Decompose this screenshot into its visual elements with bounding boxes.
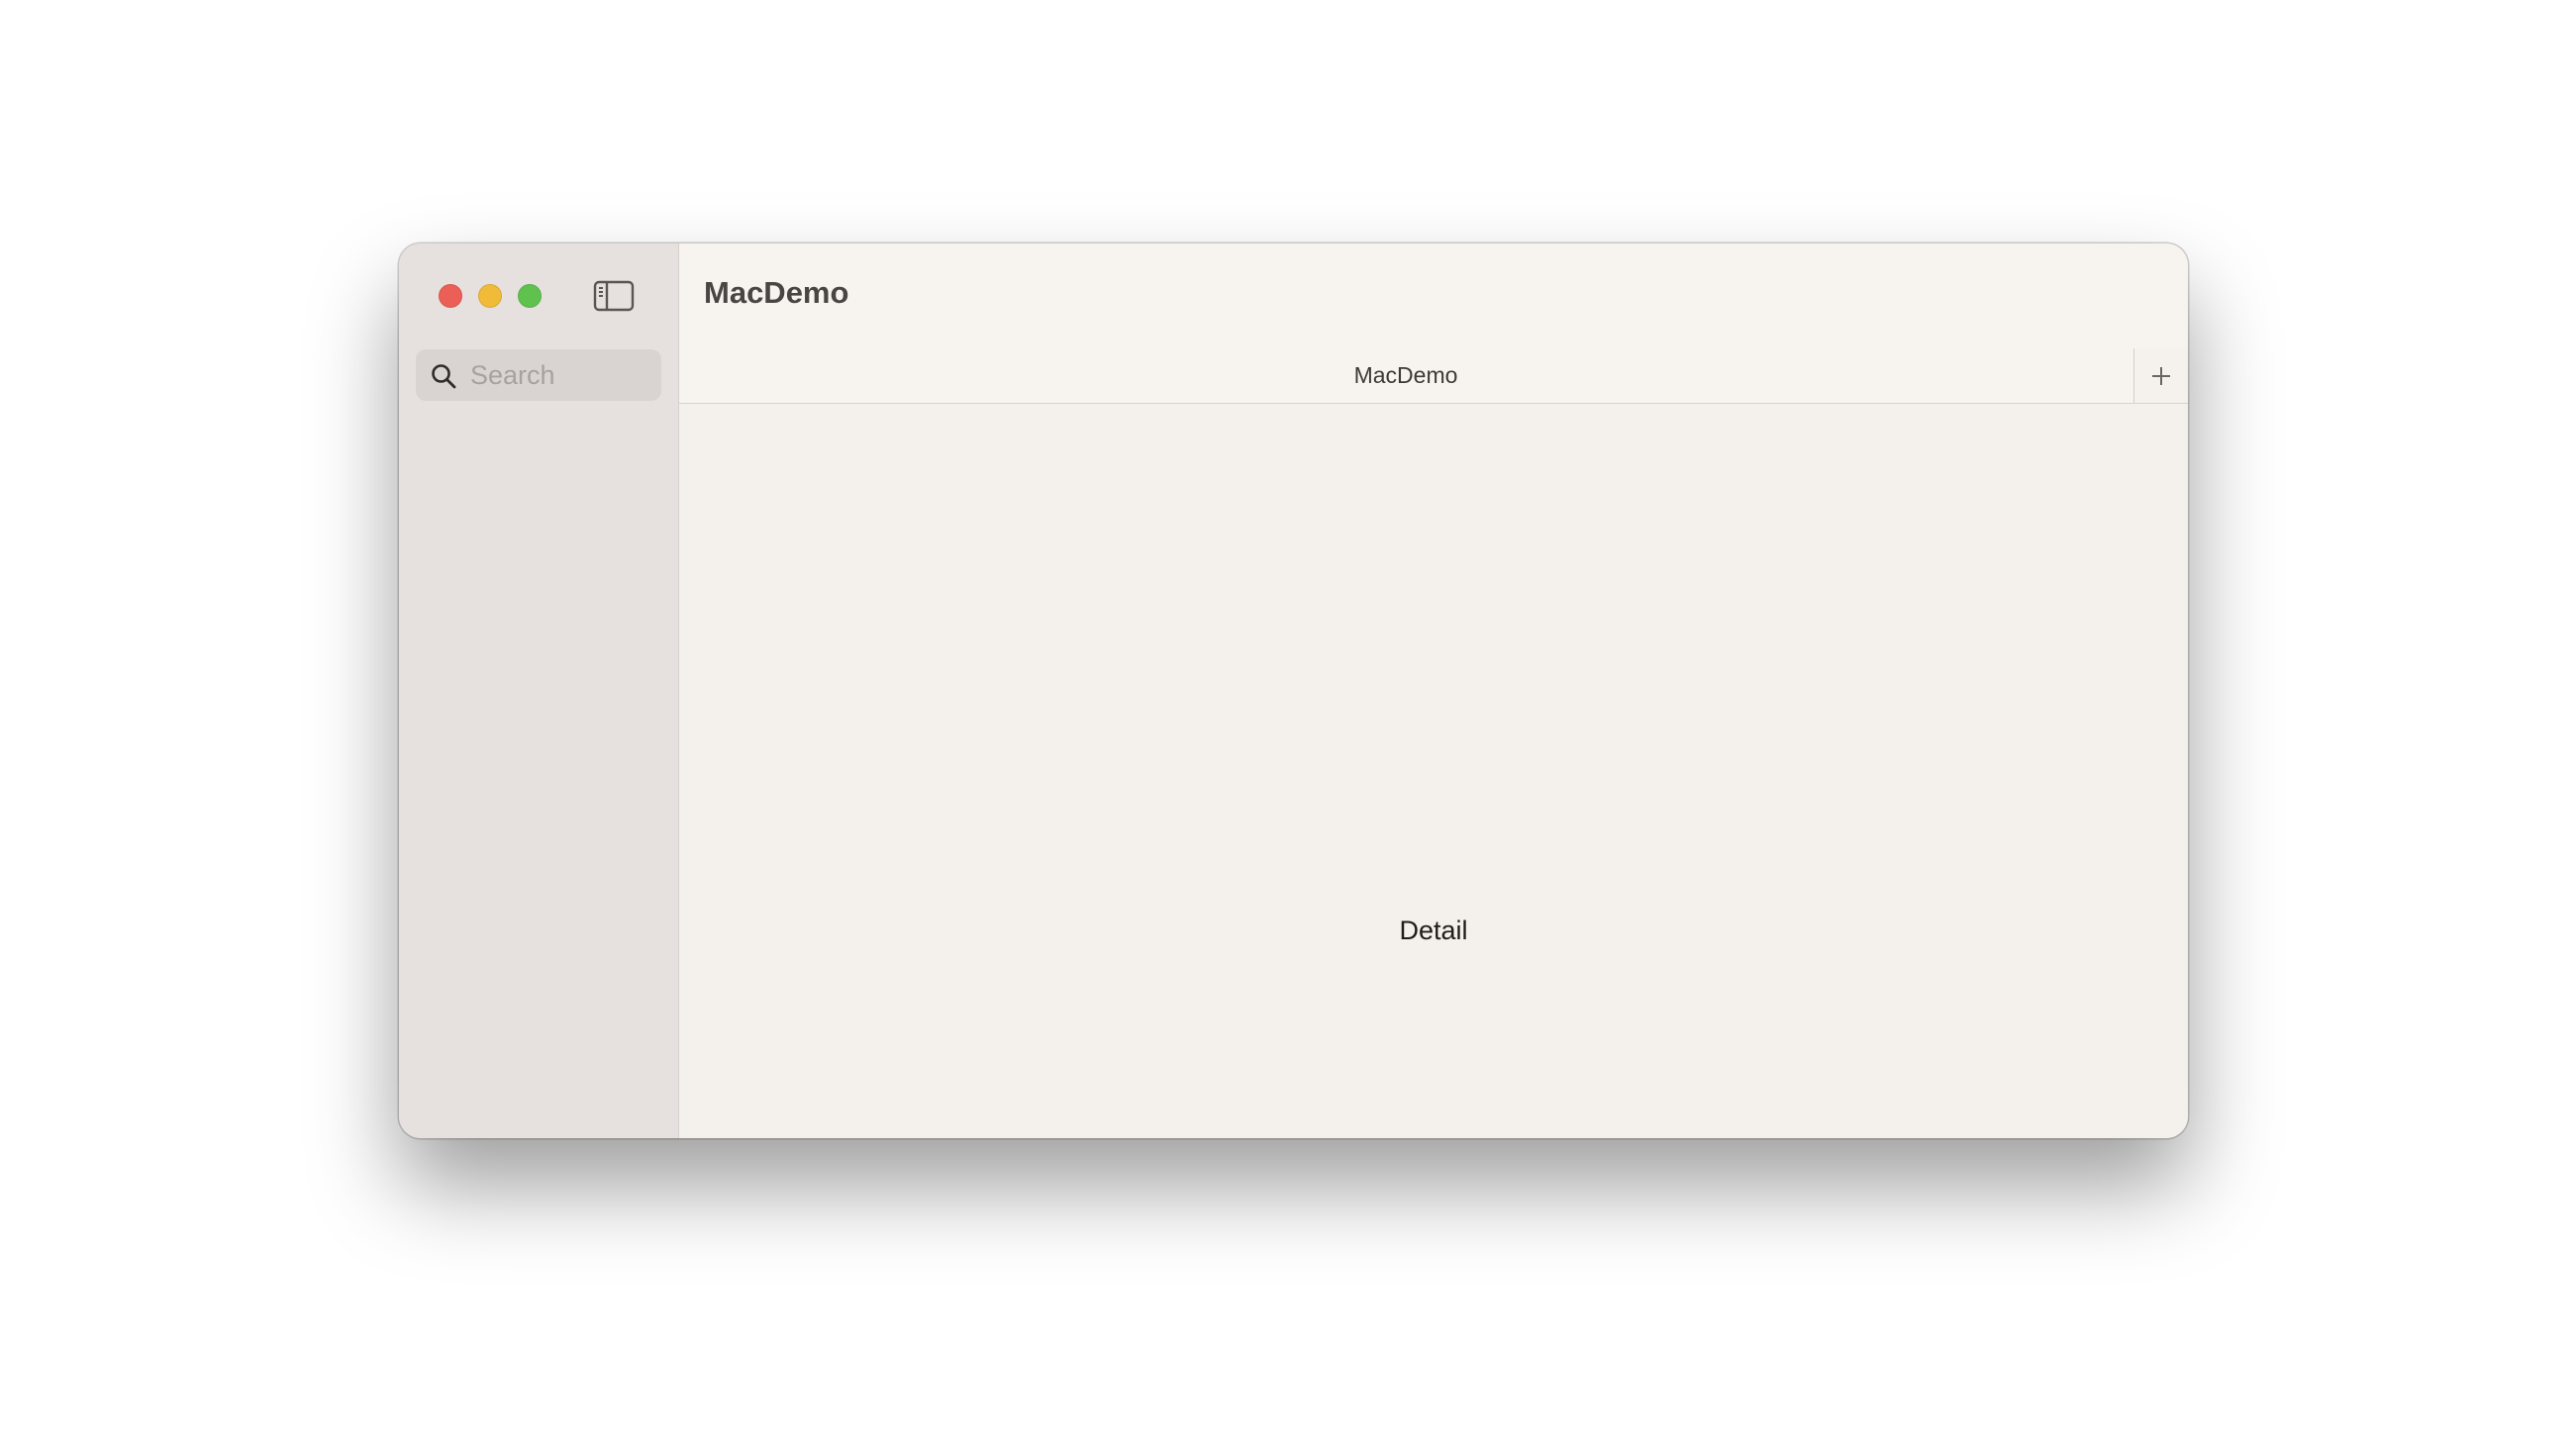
detail-view: Detail	[679, 404, 2188, 1138]
sidebar	[399, 243, 679, 1138]
zoom-window-button[interactable]	[518, 284, 542, 308]
search-icon	[432, 364, 456, 389]
tab-label: MacDemo	[1353, 362, 1458, 388]
main-area: MacDemo MacDemo Detail	[679, 243, 2188, 1138]
tab-bar: MacDemo	[679, 348, 2188, 404]
sidebar-toggle-icon	[593, 280, 635, 312]
detail-label: Detail	[1399, 916, 1468, 945]
title-bar: MacDemo	[679, 243, 2188, 348]
tab-macdemo[interactable]: MacDemo	[679, 348, 2132, 403]
search-input[interactable]	[470, 349, 653, 401]
window-title: MacDemo	[704, 275, 849, 310]
search-field[interactable]	[416, 349, 661, 401]
app-window: MacDemo MacDemo Detail	[399, 243, 2188, 1138]
close-window-button[interactable]	[439, 284, 462, 308]
new-tab-button[interactable]	[2133, 348, 2188, 403]
plus-icon	[2152, 366, 2170, 385]
sidebar-toggle-button[interactable]	[593, 279, 635, 313]
minimize-window-button[interactable]	[478, 284, 502, 308]
